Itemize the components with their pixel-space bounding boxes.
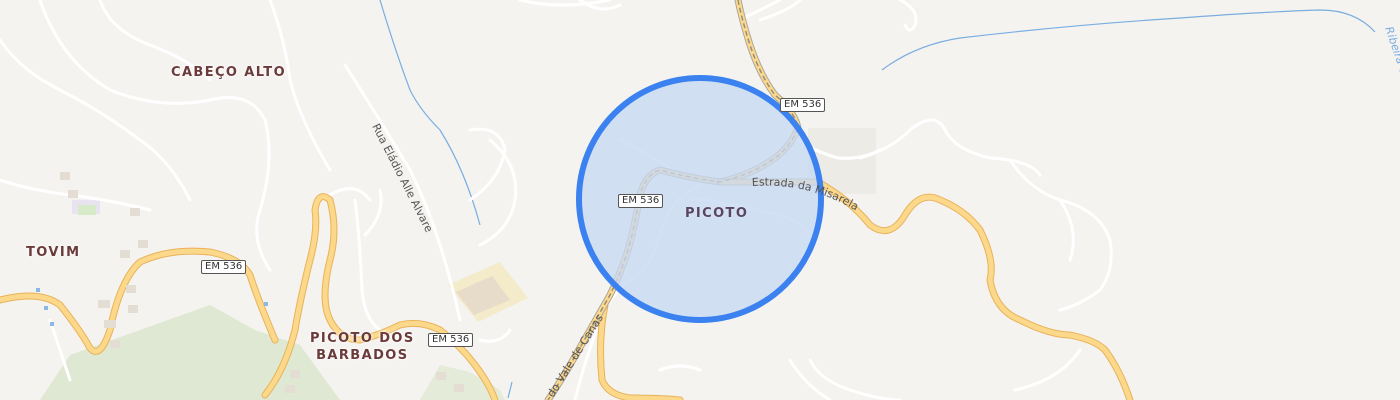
place-label-tovim[interactable]: TOVIM — [26, 244, 80, 261]
map-view[interactable]: Rua Eládio Alle Alvarez Estrada da Misar… — [0, 0, 1400, 400]
road-shield-em536-center: EM 536 — [618, 194, 664, 208]
selection-circle — [576, 75, 824, 323]
place-label-cabeco-alto[interactable]: CABEÇO ALTO — [171, 64, 286, 81]
place-label-picoto-dos-barbados[interactable]: PICOTO DOS BARBADOS — [310, 330, 415, 364]
place-label-picoto-dos-barbados-line2: BARBADOS — [316, 348, 409, 363]
map-canvas[interactable]: Rua Eládio Alle Alvarez Estrada da Misar… — [0, 0, 1400, 400]
place-label-picoto[interactable]: PICOTO — [685, 205, 748, 222]
road-shield-em536-north: EM 536 — [780, 98, 826, 112]
road-shield-em536-west: EM 536 — [201, 260, 247, 274]
place-label-picoto-dos-barbados-line1: PICOTO DOS — [310, 331, 415, 346]
green-patch — [78, 205, 96, 215]
road-shield-em536-south: EM 536 — [428, 333, 474, 347]
